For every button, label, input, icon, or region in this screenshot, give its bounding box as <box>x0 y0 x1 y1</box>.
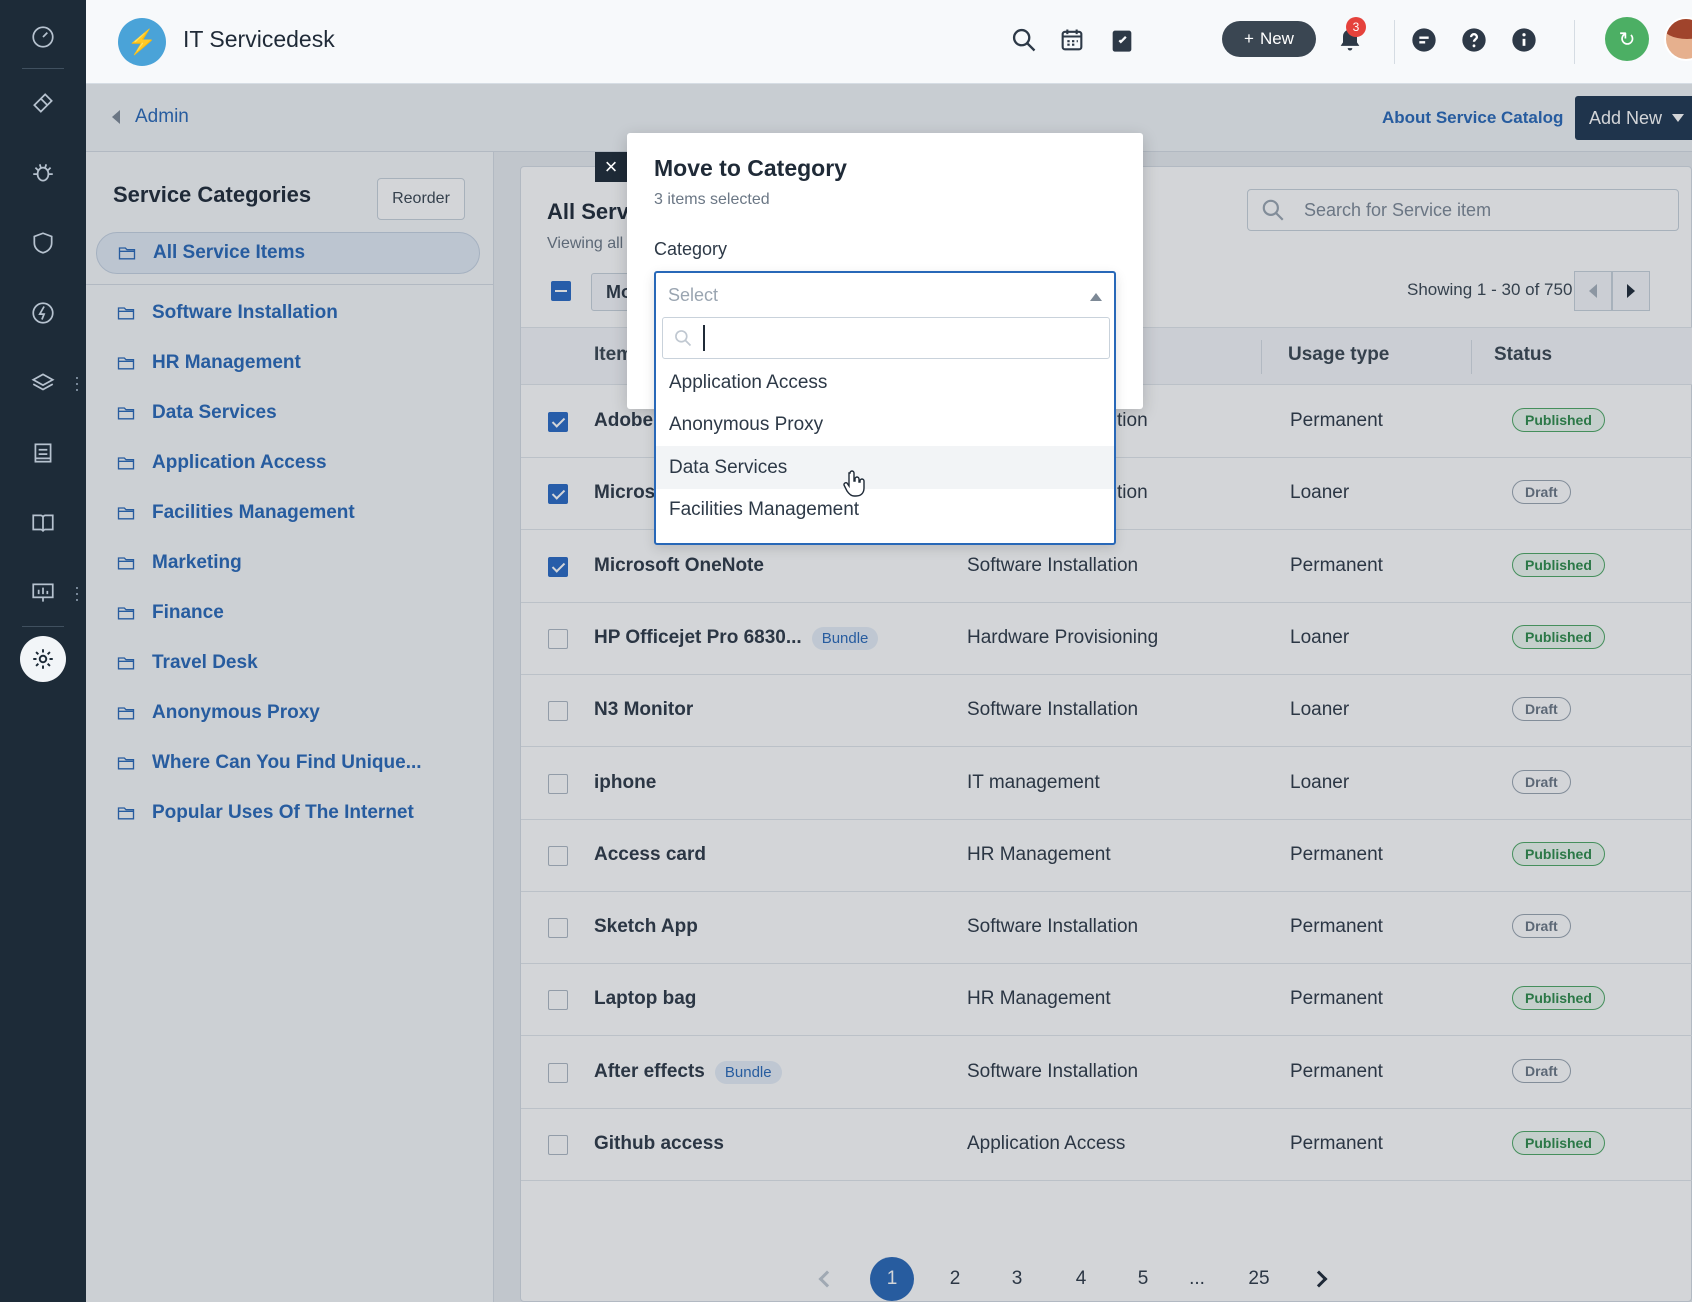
bug-icon[interactable] <box>20 150 66 196</box>
new-button-label: New <box>1259 29 1294 48</box>
more-dots-icon[interactable]: · · · <box>74 578 80 608</box>
close-modal-button[interactable]: × <box>595 152 627 182</box>
more-dots-icon[interactable]: · · · <box>74 368 80 398</box>
modal-title: Move to Category <box>654 155 847 181</box>
search-icon <box>675 330 692 347</box>
inbox-icon[interactable] <box>20 430 66 476</box>
hand-pointer-icon <box>843 470 865 497</box>
freshworks-switcher-icon[interactable]: ↻ <box>1605 17 1649 61</box>
plus-icon: + <box>1244 29 1254 48</box>
info-icon[interactable] <box>1504 20 1544 60</box>
top-bar: ⚡ IT Servicedesk + New 3 ↻ <box>86 0 1692 84</box>
lightning-icon[interactable] <box>20 290 66 336</box>
text-cursor <box>703 325 705 351</box>
search-icon[interactable] <box>1004 20 1044 60</box>
notification-badge: 3 <box>1346 17 1366 37</box>
select-placeholder: Select <box>668 285 719 305</box>
new-button[interactable]: + New <box>1222 21 1316 57</box>
category-field-label: Category <box>654 239 728 259</box>
settings-icon[interactable] <box>20 636 66 682</box>
presentation-icon[interactable] <box>20 570 66 616</box>
category-option[interactable]: Facilities Management <box>656 489 1114 532</box>
category-option[interactable]: Data Services <box>656 446 1114 489</box>
category-select[interactable]: Select Application Access Anonymous Proxy… <box>654 271 1116 545</box>
layers-icon[interactable] <box>20 360 66 406</box>
app-title: IT Servicedesk <box>183 26 335 52</box>
help-icon[interactable] <box>1454 20 1494 60</box>
app-logo-icon[interactable]: ⚡ <box>118 18 166 66</box>
modal-subtitle: 3 items selected <box>654 191 770 208</box>
ticket-icon[interactable] <box>20 80 66 126</box>
dashboard-icon[interactable] <box>20 14 66 60</box>
caret-up-icon[interactable] <box>1090 293 1102 301</box>
icon-rail: · · · · · · <box>0 0 86 1302</box>
category-option[interactable]: Application Access <box>656 361 1114 404</box>
book-icon[interactable] <box>20 500 66 546</box>
avatar[interactable] <box>1664 17 1692 61</box>
calendar-icon[interactable] <box>1052 20 1092 60</box>
category-search-input[interactable] <box>662 317 1110 359</box>
chat-icon[interactable] <box>1404 20 1444 60</box>
shield-icon[interactable] <box>20 220 66 266</box>
tasks-icon[interactable] <box>1102 20 1142 60</box>
category-option[interactable]: Anonymous Proxy <box>656 404 1114 447</box>
